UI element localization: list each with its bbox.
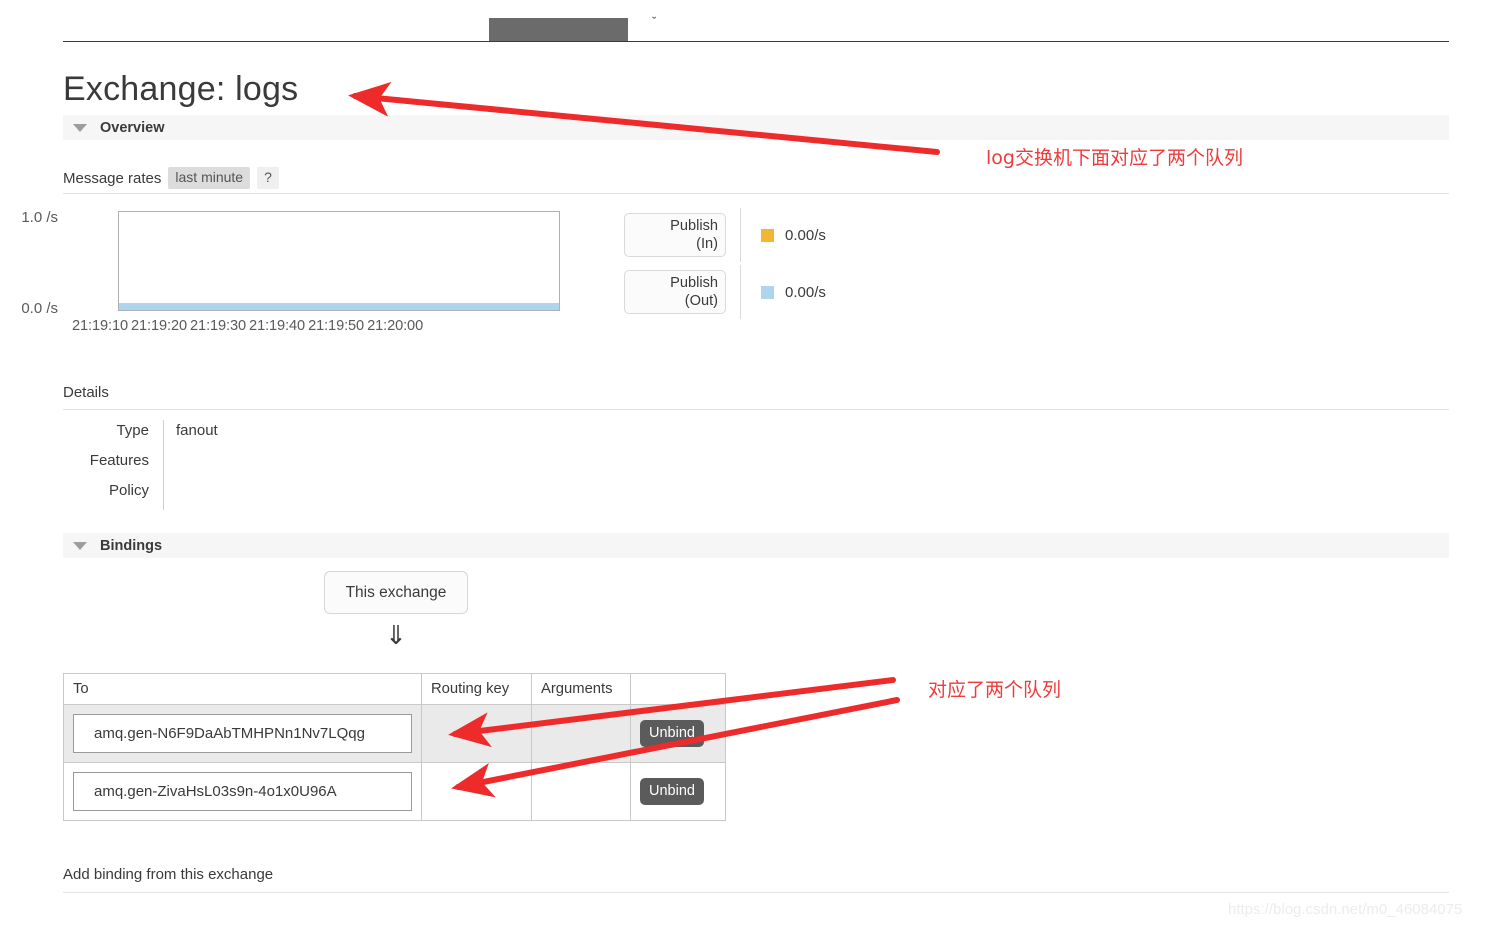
details-key-features: Features — [89, 452, 149, 469]
details-key-policy: Policy — [108, 482, 149, 499]
message-rates-label: Message rates — [63, 169, 162, 187]
chart-x-tick: 21:20:00 — [367, 318, 424, 334]
triangle-down-icon — [73, 541, 87, 550]
details-key-type: Type — [116, 422, 149, 439]
page-root: s ˇ Exchange: logs Overview Message rate… — [0, 0, 1485, 929]
chart-y-axis-min-label: 0.0 /s — [21, 300, 58, 317]
details-title: Details — [63, 384, 109, 401]
legend-swatch-publish-out — [761, 285, 774, 299]
rate-period-chip[interactable]: last minute — [168, 167, 251, 189]
legend-value-publish-in: 0.00/s — [785, 226, 826, 244]
legend-swatch-publish-in — [761, 228, 774, 242]
help-chip[interactable]: ? — [257, 167, 279, 189]
binding-arguments-cell — [531, 762, 631, 821]
message-rates-chart — [118, 211, 560, 311]
details-value-features — [163, 450, 463, 480]
top-navigation-bar: s ˇ — [0, 0, 1485, 46]
details-row-policy: Policy — [63, 480, 463, 510]
bindings-table: To Routing key Arguments amq.gen-N6F9DaA… — [63, 673, 726, 821]
binding-routing-key-cell — [421, 704, 532, 763]
table-row: amq.gen-N6F9DaAbTMHPNn1Nv7LQqg Unbind — [63, 704, 726, 763]
chart-series-baseline — [119, 303, 559, 310]
legend-value-publish-out: 0.00/s — [785, 283, 826, 301]
nav-tab-active-label: s — [1044, 32, 1051, 46]
bindings-table-header-row: To Routing key Arguments — [63, 673, 726, 705]
legend-row-publish-in: Publish (In) 0.00/s — [624, 208, 826, 262]
legend-publish-out-line1: Publish — [670, 275, 718, 291]
section-header-bindings[interactable]: Bindings — [63, 533, 1449, 558]
column-header-arguments: Arguments — [531, 673, 631, 705]
legend-button-publish-in[interactable]: Publish (In) — [624, 213, 726, 257]
chart-legend: Publish (In) 0.00/s Publish (Out) 0.00/s — [624, 208, 826, 326]
table-row: amq.gen-ZivaHsL03s9n-4o1x0U96A Unbind — [63, 762, 726, 821]
watermark: https://blog.csdn.net/m0_46084075 — [1228, 901, 1463, 918]
unbind-button[interactable]: Unbind — [640, 778, 704, 805]
add-binding-section-label[interactable]: Add binding from this exchange — [63, 866, 273, 883]
chart-x-tick: 21:19:50 — [308, 318, 365, 334]
chart-x-axis-tick-labels: 21:19:10 21:19:20 21:19:30 21:19:40 21:19:50… — [72, 318, 572, 334]
column-header-actions — [630, 673, 726, 705]
unbind-button[interactable]: Unbind — [640, 720, 704, 747]
chart-y-axis-max-label: 1.0 /s — [21, 209, 58, 226]
nav-bottom-divider — [63, 41, 1449, 42]
section-label-overview: Overview — [100, 119, 165, 136]
column-header-routing-key: Routing key — [421, 673, 532, 705]
message-rates-controls: Message rates last minute ? — [63, 167, 279, 189]
legend-publish-in-line1: Publish — [670, 218, 718, 234]
chart-x-tick: 21:19:30 — [190, 318, 247, 334]
binding-action-cell: Unbind — [630, 704, 726, 763]
binding-to-cell: amq.gen-ZivaHsL03s9n-4o1x0U96A — [63, 762, 422, 821]
annotation-note-bottom: 对应了两个队列 — [928, 679, 1062, 701]
legend-divider — [740, 265, 741, 319]
details-divider — [63, 409, 1449, 410]
legend-row-publish-out: Publish (Out) 0.00/s — [624, 265, 826, 319]
binding-routing-key-cell — [421, 762, 532, 821]
nav-tab-next-label: ˇ — [652, 16, 657, 28]
this-exchange-button[interactable]: This exchange — [324, 571, 468, 614]
section-header-overview[interactable]: Overview — [63, 115, 1449, 140]
details-value-policy — [163, 480, 463, 510]
triangle-down-icon — [73, 123, 87, 132]
queue-link[interactable]: amq.gen-N6F9DaAbTMHPNn1Nv7LQqg — [73, 714, 412, 753]
double-down-arrow-icon: ⇓ — [385, 620, 407, 650]
add-binding-divider — [63, 892, 1449, 893]
column-header-to: To — [63, 673, 422, 705]
binding-to-cell: amq.gen-N6F9DaAbTMHPNn1Nv7LQqg — [63, 704, 422, 763]
chart-x-tick: 21:19:10 — [72, 318, 129, 334]
details-value-type: fanout — [163, 420, 463, 450]
details-row-features: Features — [63, 450, 463, 480]
legend-button-publish-out[interactable]: Publish (Out) — [624, 270, 726, 314]
nav-tab-active[interactable]: s — [489, 18, 1051, 46]
chart-x-tick: 21:19:40 — [249, 318, 306, 334]
page-title: Exchange: logs — [63, 70, 299, 108]
binding-action-cell: Unbind — [630, 762, 726, 821]
details-row-type: Type fanout — [63, 420, 463, 450]
binding-arguments-cell — [531, 704, 631, 763]
details-table: Type fanout Features Policy — [63, 420, 463, 510]
legend-divider — [740, 208, 741, 262]
chart-x-tick: 21:19:20 — [131, 318, 188, 334]
annotation-note-top: log交换机下面对应了两个队列 — [986, 147, 1243, 169]
section-label-bindings: Bindings — [100, 537, 163, 554]
queue-link[interactable]: amq.gen-ZivaHsL03s9n-4o1x0U96A — [73, 772, 412, 811]
legend-publish-out-line2: (Out) — [684, 293, 718, 309]
legend-publish-in-line2: (In) — [696, 236, 718, 252]
message-rates-divider — [63, 193, 1449, 194]
